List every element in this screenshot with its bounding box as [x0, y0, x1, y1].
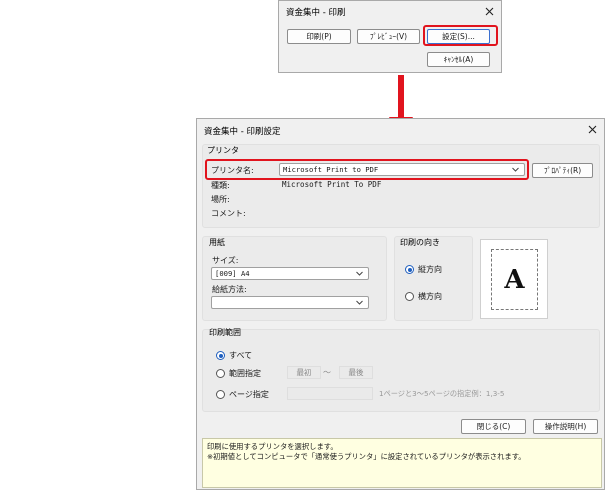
range-specify-label[interactable]: 範囲指定 [229, 368, 261, 379]
paper-size-value: [009] A4 [215, 269, 250, 278]
print-settings-dialog: 資金集中 - 印刷設定 プリンタ プリンタ名: Microsoft Print … [196, 118, 605, 490]
landscape-label[interactable]: 横方向 [418, 291, 442, 302]
print-dialog-title: 資金集中 - 印刷 [286, 8, 346, 18]
page-preview: A [491, 249, 538, 310]
printer-name-value: Microsoft Print to PDF [283, 165, 379, 174]
range-all-label[interactable]: すべて [229, 350, 252, 361]
close-icon[interactable] [482, 4, 496, 18]
paper-feed-label: 給紙方法: [212, 285, 247, 294]
printer-comment-label: コメント: [211, 209, 246, 218]
help-button[interactable]: 操作説明(H) [533, 419, 598, 434]
range-pages-field[interactable] [287, 387, 373, 400]
range-to-field[interactable]: 最後 [339, 366, 373, 379]
chevron-down-icon [512, 167, 519, 172]
printer-location-label: 場所: [211, 195, 230, 204]
print-settings-title: 資金集中 - 印刷設定 [204, 127, 281, 137]
printer-group [202, 144, 600, 228]
landscape-radio[interactable] [405, 292, 414, 301]
print-dialog: 資金集中 - 印刷 印刷(P) ﾌﾟﾚﾋﾞｭｰ(V) 設定(S)... ｷｬﾝｾ… [278, 0, 502, 73]
printer-group-label: プリンタ [207, 146, 239, 155]
print-range-group-label: 印刷範囲 [209, 328, 241, 337]
close-button[interactable]: 閉じる(C) [461, 419, 526, 434]
paper-size-label: サイズ: [212, 256, 239, 265]
orientation-preview: A [480, 239, 548, 319]
paper-feed-select[interactable] [211, 296, 369, 309]
range-pages-label[interactable]: ページ指定 [229, 389, 269, 400]
portrait-label[interactable]: 縦方向 [418, 264, 442, 275]
paper-size-select[interactable]: [009] A4 [211, 267, 369, 280]
range-all-radio[interactable] [216, 351, 225, 360]
orientation-group [394, 236, 473, 321]
help-text-box: 印刷に使用するプリンタを選択します。 ※初期値としてコンピュータで「通常使うプリ… [202, 438, 602, 488]
orientation-group-label: 印刷の向き [400, 238, 440, 247]
portrait-radio[interactable] [405, 265, 414, 274]
chevron-down-icon [356, 271, 363, 276]
printer-type-value: Microsoft Print To PDF [282, 180, 382, 189]
paper-group-label: 用紙 [209, 238, 225, 247]
help-text-line2: ※初期値としてコンピュータで「通常使うプリンタ」に設定されているプリンタが表示さ… [207, 452, 526, 461]
cancel-button[interactable]: ｷｬﾝｾﾙ(A) [427, 52, 490, 67]
printer-name-label: プリンタ名: [211, 166, 254, 175]
properties-button[interactable]: ﾌﾟﾛﾊﾟﾃｨ(R) [532, 163, 593, 178]
range-pages-radio[interactable] [216, 390, 225, 399]
settings-button[interactable]: 設定(S)... [427, 29, 490, 44]
print-button[interactable]: 印刷(P) [287, 29, 351, 44]
help-text-line1: 印刷に使用するプリンタを選択します。 [207, 442, 338, 451]
range-specify-radio[interactable] [216, 369, 225, 378]
close-icon[interactable] [585, 122, 599, 136]
range-pages-hint: 1ページと3～5ページの指定例：1,3-5 [379, 389, 505, 398]
preview-button[interactable]: ﾌﾟﾚﾋﾞｭｰ(V) [357, 29, 420, 44]
printer-type-label: 種類: [211, 181, 230, 190]
range-from-field[interactable]: 最初 [287, 366, 321, 379]
range-tilde: ～ [323, 368, 331, 377]
chevron-down-icon [356, 300, 363, 305]
printer-name-select[interactable]: Microsoft Print to PDF [279, 163, 525, 176]
preview-letter: A [504, 264, 525, 295]
